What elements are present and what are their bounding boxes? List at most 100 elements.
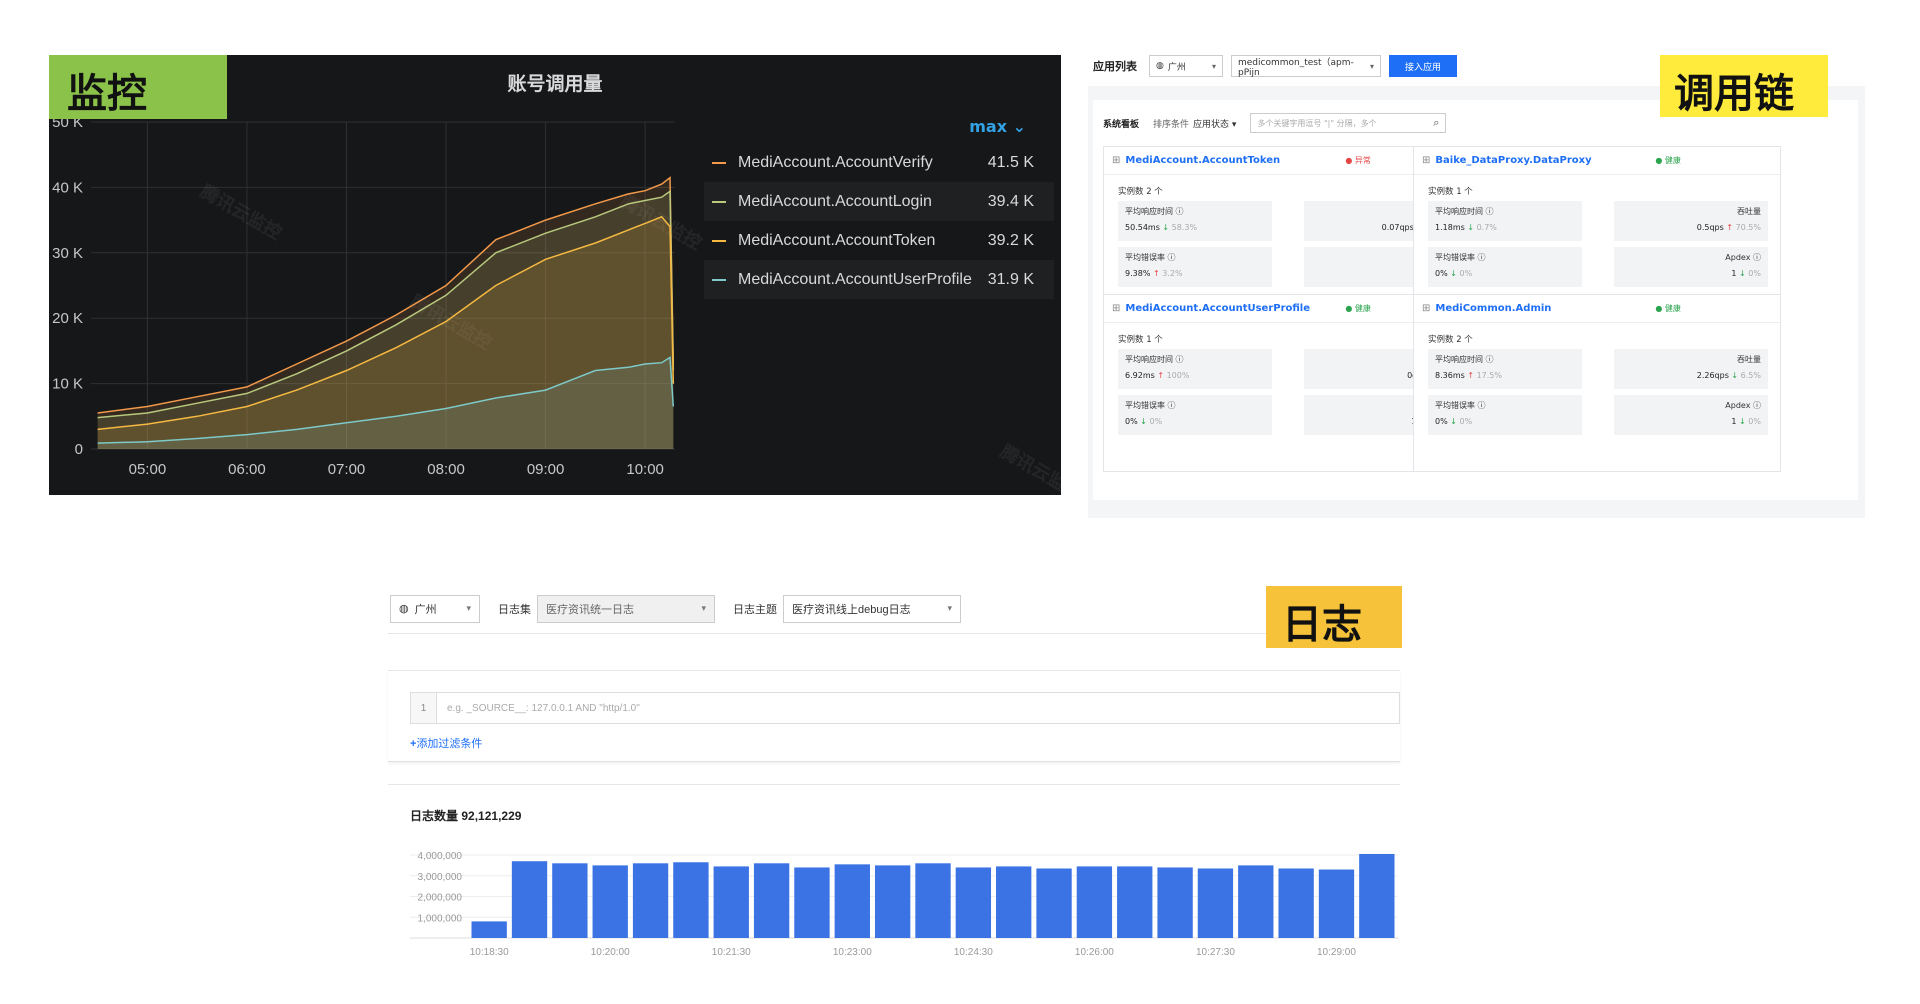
y-tick-label: 1,000,000 xyxy=(418,913,463,924)
search-icon[interactable]: ⌕ xyxy=(1433,116,1439,130)
metric-label: 平均错误率 ⓘ xyxy=(1435,401,1486,410)
x-tick-label: 10:26:00 xyxy=(1075,947,1114,958)
legend-series-name: MediAccount.AccountLogin xyxy=(738,192,932,210)
histogram-bar xyxy=(1076,866,1113,938)
connect-app-button[interactable]: 接入应用 xyxy=(1389,55,1458,77)
legend-swatch xyxy=(712,161,726,164)
y-tick-label: 20 K xyxy=(52,310,83,327)
watermark: 腾讯云监控 xyxy=(997,440,1062,495)
app-card[interactable]: ⊞ MediCommon.Admin ● 健康 实例数 2 个平均响应时间 ⓘ 8.36… xyxy=(1413,294,1781,472)
metric-label: Apdex ⓘ xyxy=(1725,401,1761,410)
metric-resp-time: 平均响应时间 ⓘ 6.92ms ↑ 100% xyxy=(1118,349,1272,389)
metric-resp-time: 平均响应时间 ⓘ 8.36ms ↑ 17.5% xyxy=(1428,349,1582,389)
app-name-link[interactable]: MediCommon.Admin xyxy=(1435,303,1655,314)
legend-swatch xyxy=(712,278,726,281)
topic-select[interactable]: 医疗资讯线上debug日志 ▾ xyxy=(783,594,961,623)
log-histogram-panel: 1,000,000 2,000,000 3,000,000 4,000,000 10:1… xyxy=(388,784,1400,974)
grid-icon: ⊞ xyxy=(1112,303,1121,314)
metric-resp-time: 平均响应时间 ⓘ 1.18ms ↓ 0.7% xyxy=(1428,201,1582,241)
histogram-bar xyxy=(713,866,749,938)
board-label: 系统看板 xyxy=(1103,119,1140,130)
chevron-down-icon: ▾ xyxy=(466,603,471,613)
histogram-bar xyxy=(915,863,951,938)
x-tick-label: 10:29:00 xyxy=(1317,947,1356,958)
y-tick-label: 0 xyxy=(75,441,83,458)
metric-error-rate: 平均错误率 ⓘ 0% ↓ 0% xyxy=(1428,247,1582,287)
app-name-link[interactable]: MediAccount.AccountToken xyxy=(1125,155,1345,166)
metric-label: Apdex ⓘ xyxy=(1725,253,1761,262)
grid-icon: ⊞ xyxy=(1422,155,1431,166)
region-select[interactable]: ◍ 广州 ▾ xyxy=(1149,55,1223,77)
histogram-bar xyxy=(552,863,588,938)
search-placeholder: 多个关键字用逗号 "|" 分隔，多个 xyxy=(1257,118,1377,128)
histogram-bar xyxy=(511,861,548,938)
metric-label: 吞吐量 xyxy=(1737,207,1761,216)
logset-value: 医疗资讯统一日志 xyxy=(546,603,634,616)
metric-value: 0.5qps ↑ 70.5% xyxy=(1696,223,1761,232)
histogram-bar xyxy=(874,865,911,938)
monitor-panel: 0 10 K 20 K 30 K 40 K 50 K 05:00 06:00 07:00 08:0… xyxy=(49,55,1061,495)
sort-label: 排序条件 xyxy=(1153,119,1190,130)
y-tick-label: 2,000,000 xyxy=(418,893,463,904)
sort-select[interactable]: 应用状态 ▾ xyxy=(1193,117,1236,130)
chevron-down-icon: ▾ xyxy=(701,603,706,613)
x-tick-label: 09:00 xyxy=(527,461,565,478)
monitor-tag: 监控 xyxy=(49,55,227,119)
legend-item[interactable]: MediAccount.AccountUserProfile 31.9 K xyxy=(704,260,1054,299)
metric-resp-time: 平均响应时间 ⓘ 50.54ms ↓ 58.3% xyxy=(1118,201,1272,241)
histogram-bar xyxy=(1278,868,1314,938)
metric-value: 50.54ms ↓ 58.3% xyxy=(1125,223,1198,232)
y-tick-label: 30 K xyxy=(52,245,83,262)
apm-board: 系统看板 排序条件 应用状态 ▾ 多个关键字用逗号 "|" 分隔，多个 ⌕ ⊞ M… xyxy=(1093,100,1858,500)
query-input[interactable]: 1 e.g. _SOURCE__: 127.0.0.1 AND "http/1.… xyxy=(410,692,1400,724)
metric-label: 平均响应时间 ⓘ xyxy=(1125,355,1184,364)
legend-item[interactable]: MediAccount.AccountLogin 39.4 K xyxy=(704,182,1054,221)
query-placeholder: e.g. _SOURCE__: 127.0.0.1 AND "http/1.0" xyxy=(447,702,640,714)
log-count-label: 日志数量 xyxy=(410,809,459,823)
globe-icon: ◍ xyxy=(1156,61,1164,71)
board-filter-bar: 系统看板 排序条件 应用状态 ▾ 多个关键字用逗号 "|" 分隔，多个 ⌕ xyxy=(1103,110,1447,136)
y-tick-label: 40 K xyxy=(52,179,83,196)
app-name-link[interactable]: Baike_DataProxy.DataProxy xyxy=(1435,155,1655,166)
metric-label: 平均错误率 ⓘ xyxy=(1125,401,1176,410)
app-select[interactable]: medicommon_test（apm-pPijn ▾ xyxy=(1231,55,1381,78)
metric-value: 0% ↓ 0% xyxy=(1125,417,1163,426)
histogram-bar xyxy=(632,863,669,938)
log-region-select[interactable]: ◍ 广州 ▾ xyxy=(390,594,480,623)
metric-label: 平均错误率 ⓘ xyxy=(1435,253,1486,262)
apm-tag: 调用链 xyxy=(1660,55,1828,117)
log-tag: 日志 xyxy=(1266,586,1402,648)
metric-throughput: 吞吐量 2.26qps ↓ 6.5% xyxy=(1614,349,1768,389)
topic-label: 日志主题 xyxy=(733,603,777,616)
legend-sort-max[interactable]: max ⌄ xyxy=(704,117,1054,143)
x-tick-label: 07:00 xyxy=(328,461,366,478)
health-status: ● 异常 xyxy=(1345,156,1371,165)
board-search-input[interactable]: 多个关键字用逗号 "|" 分隔，多个 ⌕ xyxy=(1250,113,1447,133)
histogram-bar xyxy=(834,864,870,938)
health-status: ● 健康 xyxy=(1655,304,1681,313)
histogram-bar xyxy=(1197,868,1234,938)
legend-item[interactable]: MediAccount.AccountToken 39.2 K xyxy=(704,221,1054,260)
metric-label: 吞吐量 xyxy=(1737,355,1761,364)
legend-series-name: MediAccount.AccountVerify xyxy=(738,153,933,171)
add-filter-button[interactable]: +添加过滤条件 xyxy=(410,735,482,751)
app-name-link[interactable]: MediAccount.AccountUserProfile xyxy=(1125,303,1345,314)
legend-max-value: 41.5 K xyxy=(987,153,1034,171)
metric-value: 0% ↓ 0% xyxy=(1435,417,1473,426)
x-tick-label: 05:00 xyxy=(129,461,167,478)
logset-select[interactable]: 医疗资讯统一日志 ▾ xyxy=(537,594,715,623)
grid-icon: ⊞ xyxy=(1112,155,1121,166)
x-tick-label: 10:18:30 xyxy=(470,947,509,958)
app-list-label: 应用列表 xyxy=(1093,60,1137,73)
legend-item[interactable]: MediAccount.AccountVerify 41.5 K xyxy=(704,143,1054,182)
metric-throughput: 吞吐量 0.5qps ↑ 70.5% xyxy=(1614,201,1768,241)
legend-swatch xyxy=(712,239,726,242)
grid-icon: ⊞ xyxy=(1422,303,1431,314)
card-header: ⊞ MediCommon.Admin ● 健康 xyxy=(1414,295,1780,323)
legend-swatch xyxy=(712,200,726,203)
histogram-bar xyxy=(592,865,628,938)
x-tick-label: 10:24:30 xyxy=(954,947,993,958)
log-panel: ◍ 广州 ▾ 日志集 医疗资讯统一日志 ▾ 日志主题 医疗资讯线上debug日志… xyxy=(388,584,1400,974)
instance-count: 实例数 1 个 xyxy=(1428,187,1473,197)
log-count-value: 92,121,229 xyxy=(461,809,522,823)
